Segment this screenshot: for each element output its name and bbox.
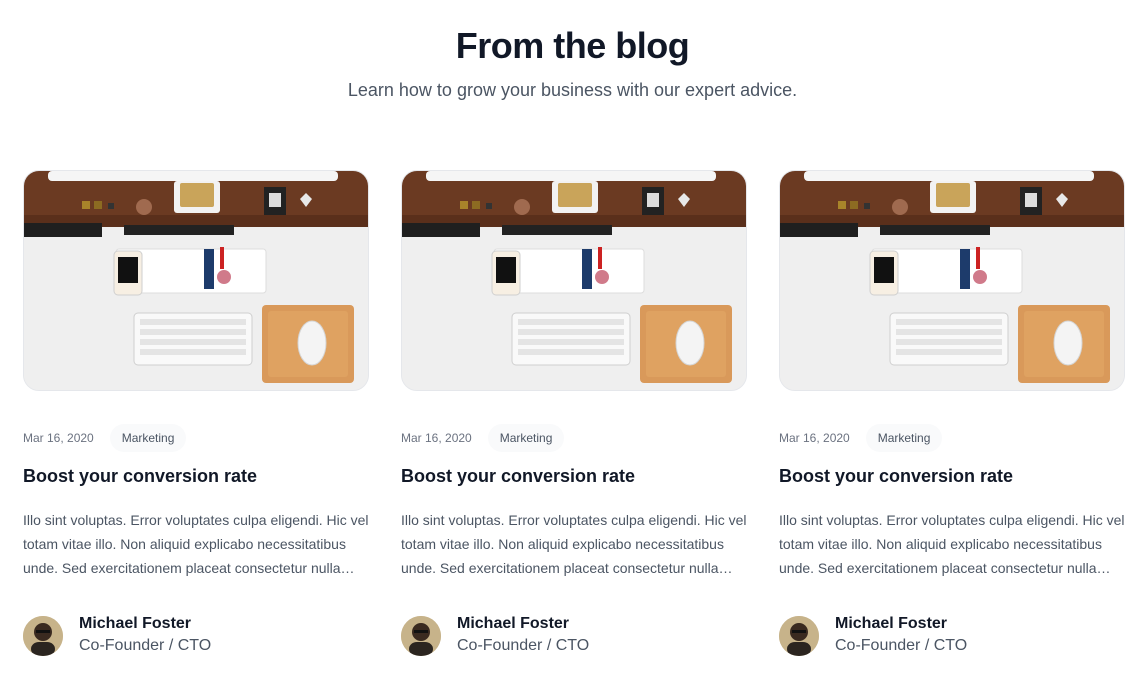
post-meta: Mar 16, 2020 Marketing — [23, 424, 187, 452]
post-excerpt: Illo sint voluptas. Error voluptates cul… — [23, 512, 369, 576]
author-role: Co-Founder / CTO — [457, 637, 590, 654]
post-title[interactable]: Boost your conversion rate — [779, 464, 1125, 488]
author-avatar-icon — [23, 616, 63, 656]
author-name[interactable]: Michael Foster — [79, 614, 211, 634]
avatar — [23, 616, 63, 656]
post-date: Mar 16, 2020 — [23, 431, 94, 445]
post-title[interactable]: Boost your conversion rate — [23, 464, 369, 488]
author-role: Co-Founder / CTO — [79, 637, 212, 654]
blog-card[interactable]: Mar 16, 2020 Marketing Boost your conver… — [23, 170, 369, 656]
category-tag[interactable]: Marketing — [487, 424, 565, 452]
desk-workspace-photo — [402, 171, 746, 390]
post-image[interactable] — [23, 170, 369, 391]
desk-workspace-photo — [780, 171, 1124, 390]
category-tag[interactable]: Marketing — [865, 424, 943, 452]
author[interactable]: Michael Foster Co-Founder / CTO — [401, 614, 589, 658]
desk-workspace-photo — [24, 171, 368, 390]
author-name[interactable]: Michael Foster — [457, 614, 589, 634]
author[interactable]: Michael Foster Co-Founder / CTO — [779, 614, 967, 658]
author-info: Michael Foster Co-Founder / CTO — [457, 614, 589, 658]
category-tag[interactable]: Marketing — [109, 424, 187, 452]
author-info: Michael Foster Co-Founder / CTO — [79, 614, 211, 658]
author-name[interactable]: Michael Foster — [835, 614, 967, 634]
author-avatar-icon — [779, 616, 819, 656]
avatar — [401, 616, 441, 656]
blog-card[interactable]: Mar 16, 2020 Marketing Boost your conver… — [401, 170, 747, 656]
section-subtitle: Learn how to grow your business with our… — [347, 80, 798, 100]
blog-card[interactable]: Mar 16, 2020 Marketing Boost your conver… — [779, 170, 1125, 656]
author-info: Michael Foster Co-Founder / CTO — [835, 614, 967, 658]
avatar — [779, 616, 819, 656]
post-excerpt: Illo sint voluptas. Error voluptates cul… — [779, 512, 1125, 576]
post-meta: Mar 16, 2020 Marketing — [779, 424, 943, 452]
post-image[interactable] — [779, 170, 1125, 391]
post-date: Mar 16, 2020 — [401, 431, 472, 445]
post-image[interactable] — [401, 170, 747, 391]
post-meta: Mar 16, 2020 Marketing — [401, 424, 565, 452]
author-role: Co-Founder / CTO — [835, 637, 968, 654]
post-excerpt: Illo sint voluptas. Error voluptates cul… — [401, 512, 747, 576]
author-avatar-icon — [401, 616, 441, 656]
author[interactable]: Michael Foster Co-Founder / CTO — [23, 614, 211, 658]
post-title[interactable]: Boost your conversion rate — [401, 464, 747, 488]
section-title: From the blog — [455, 25, 690, 66]
post-date: Mar 16, 2020 — [779, 431, 850, 445]
